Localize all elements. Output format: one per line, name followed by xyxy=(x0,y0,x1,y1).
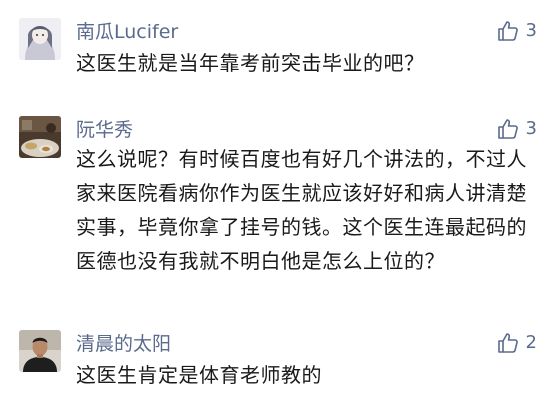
comment-item: 清晨的太阳 2 这医生肯定是体育老师教的 xyxy=(0,0,557,401)
avatar-portrait-icon xyxy=(19,330,61,372)
avatar[interactable] xyxy=(19,330,61,372)
like-count: 2 xyxy=(525,332,537,353)
comment-text: 这医生肯定是体育老师教的 xyxy=(76,363,322,387)
thumbs-up-icon xyxy=(497,333,518,353)
like-button[interactable]: 2 xyxy=(496,331,537,355)
comment-username[interactable]: 清晨的太阳 xyxy=(76,332,171,356)
